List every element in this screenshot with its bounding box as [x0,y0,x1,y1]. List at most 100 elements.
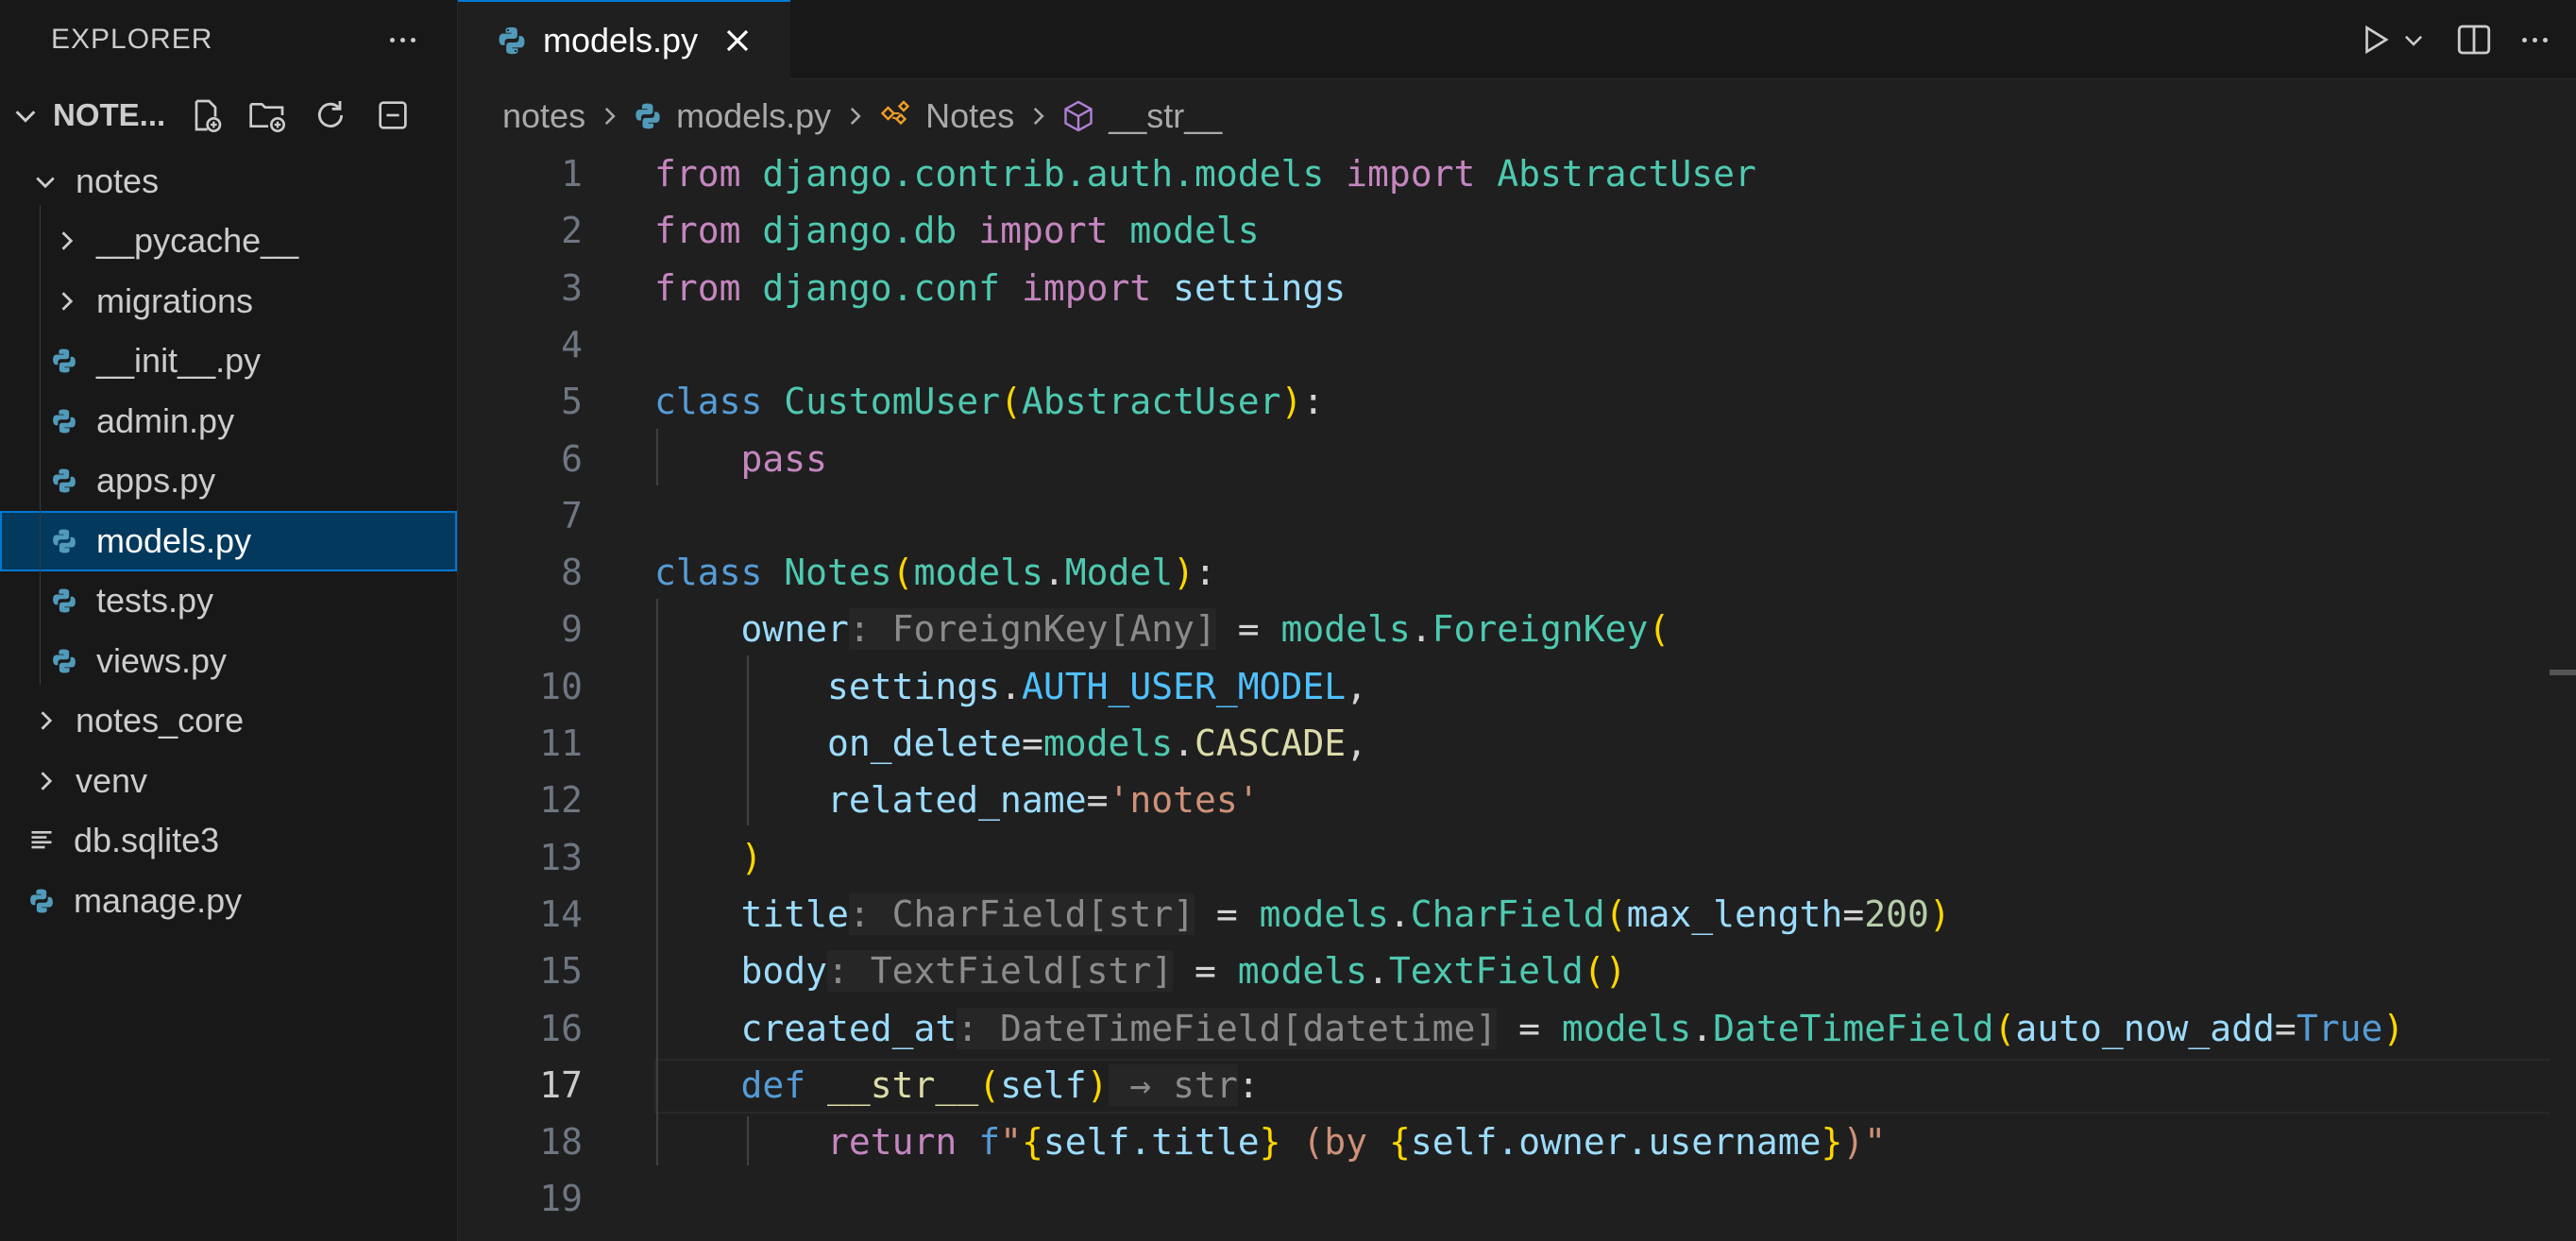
breadcrumb-method[interactable]: __str__ [1109,96,1222,136]
new-folder-button[interactable] [246,93,291,138]
code-text: from django.db import models [654,210,1260,251]
chevron-right-icon [30,707,60,734]
tree-item[interactable]: models.py [0,511,457,571]
editor-tab-bar: models.py [458,0,2576,79]
tree-item[interactable]: notes_core [0,691,457,752]
chevron-down-icon[interactable] [2401,27,2426,52]
code-token: )" [1842,1121,1887,1164]
code-line: 16 created_at: DateTimeField[datetime] =… [458,1000,2576,1057]
line-number: 3 [561,266,583,309]
tree-item-label: tests.py [96,581,214,620]
code-line: 3 from django.conf import settings [458,260,2576,316]
run-button[interactable] [2358,22,2426,58]
breadcrumb-class[interactable]: Notes [925,96,1014,136]
line-number: 10 [539,665,583,707]
line-number: 4 [561,323,583,366]
code-token: CustomUser [784,381,1001,423]
code-token: , [1346,722,1368,764]
tree-item[interactable]: venv [0,751,457,811]
code-token: { [1388,1121,1411,1164]
tree-item-label: notes_core [76,701,245,740]
explorer-header: EXPLORER [0,0,457,79]
python-file-icon [499,26,525,55]
python-file-icon [47,407,81,435]
code-token: . [1410,608,1432,651]
collapse-all-button[interactable] [370,93,415,138]
code-token: ) [740,836,763,878]
tree-item[interactable]: manage.py [0,871,457,931]
new-file-button[interactable] [183,93,229,138]
code-token: models [1561,1007,1692,1049]
chevron-right-icon [30,768,60,794]
chevron-down-icon [15,110,36,123]
code-token: 'notes' [1108,779,1260,822]
code-line: 1 from django.contrib.auth.models import … [458,145,2576,202]
code-token: = [1215,608,1281,651]
code-token: ( [891,552,914,594]
tree-item-label: __init__.py [96,341,262,381]
tree-item[interactable]: migrations [0,271,457,332]
tab-models-py[interactable]: models.py [458,0,790,79]
code-token: = [1173,950,1238,993]
line-number: 5 [561,381,583,423]
more-actions-icon[interactable] [390,37,415,42]
tree-item[interactable]: views.py [0,631,457,691]
workspace-section-header[interactable]: NOTE... [0,79,457,151]
python-file-icon [636,103,660,129]
tab-label: models.py [543,21,699,60]
tree-item[interactable]: admin.py [0,391,457,451]
code-token: on_delete [827,722,1022,764]
code-token: ( [1993,1007,2016,1049]
code-token: CASCADE [1195,722,1347,764]
breadcrumb-file[interactable]: models.py [676,96,831,136]
scrollbar-thumb[interactable] [2550,670,2576,675]
code-token: ) [1086,1063,1109,1106]
breadcrumb-folder[interactable]: notes [502,96,585,136]
tree-item[interactable]: notes [0,151,457,212]
code-token: : TextField[str] [827,950,1174,993]
code-token: from [654,153,741,195]
tree-item[interactable]: __pycache__ [0,212,457,272]
code-token: pass [740,437,828,480]
tree-item[interactable]: __init__.py [0,332,457,392]
code-line: 15 body: TextField[str] = models.TextFie… [458,943,2576,999]
code-line: 17 def __str__(self) → str: [458,1057,2576,1114]
code-text: from django.conf import settings [654,267,1346,309]
code-token: : [1195,552,1216,594]
code-token: : CharField[str] [848,892,1195,935]
line-number: 8 [561,552,583,594]
line-number: 2 [561,210,583,252]
code-token: ) [1280,381,1303,423]
code-token: body [740,950,828,993]
code-token: created_at [740,1007,958,1049]
python-file-icon [47,586,81,615]
tree-item[interactable]: db.sqlite3 [0,811,457,872]
code-editor[interactable]: 1 from django.contrib.auth.models import … [458,145,2576,1241]
refresh-button[interactable] [308,93,353,138]
code-token: models [1259,892,1389,935]
more-actions-icon[interactable] [2522,37,2548,42]
split-editor-icon[interactable] [2454,20,2494,60]
line-number: 16 [539,1007,583,1049]
code-line: 19 [458,1170,2576,1227]
code-text: pass [654,437,828,480]
tree-item-label: venv [76,760,148,800]
tree-item-label: views.py [96,640,228,680]
chevron-down-icon [30,168,60,195]
tree-item[interactable]: tests.py [0,571,457,632]
code-line: 8 class Notes(models.Model): [458,544,2576,601]
close-icon[interactable] [722,26,753,56]
code-token: = [2274,1007,2296,1049]
editor-scrollbar[interactable] [2550,145,2576,1241]
tree-item-label: migrations [96,280,254,320]
file-tree: notes __pycache__ migrations __init__.pyadm… [0,151,457,931]
tree-item[interactable]: apps.py [0,451,457,512]
code-token: = [1086,779,1109,822]
